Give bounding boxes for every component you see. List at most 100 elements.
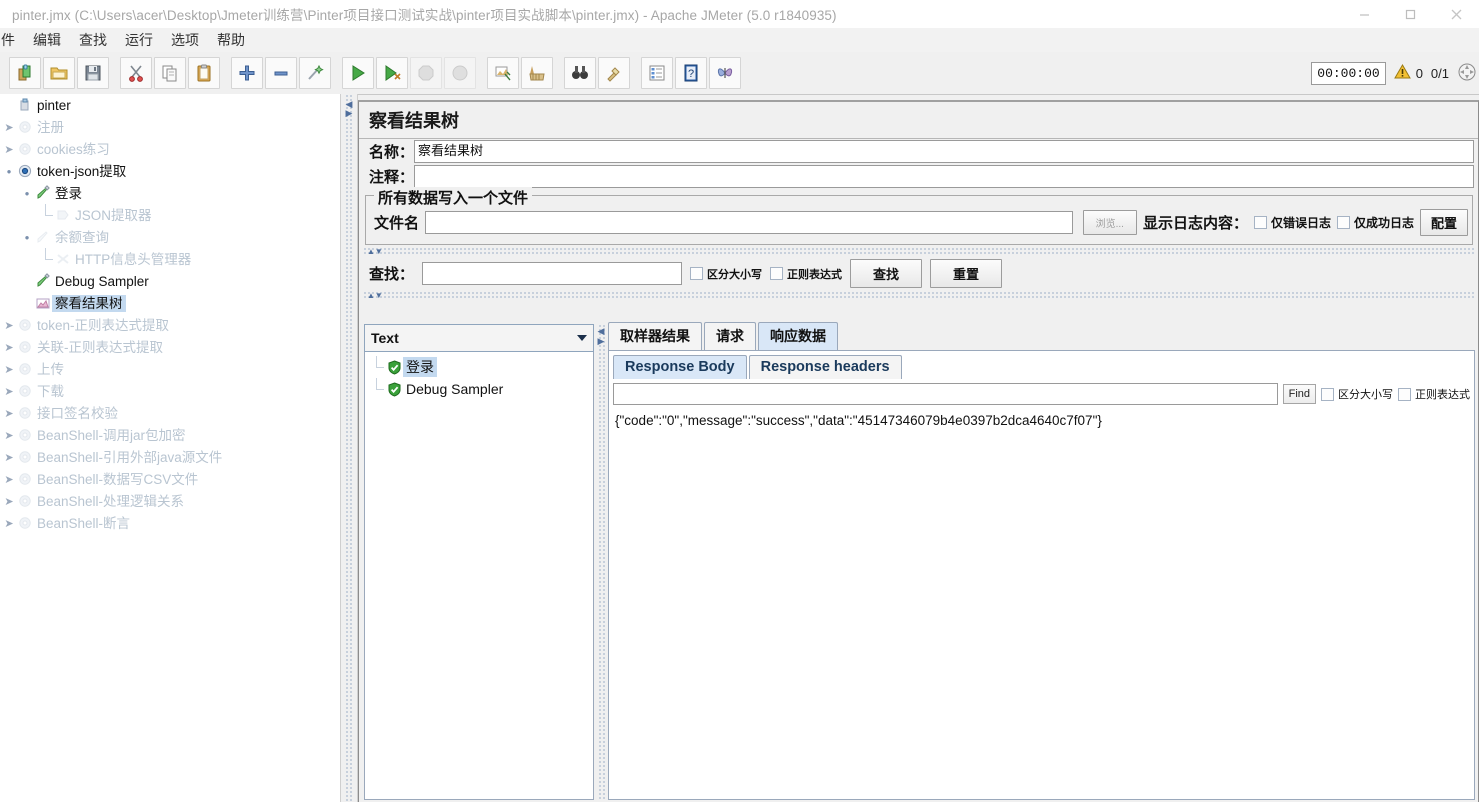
shutdown-button[interactable]: [444, 57, 476, 89]
name-input[interactable]: 察看结果树: [414, 140, 1474, 163]
subtab-response-headers[interactable]: Response headers: [748, 355, 902, 379]
collapse-all-button[interactable]: [265, 57, 297, 89]
copy-button[interactable]: [154, 57, 186, 89]
tree-expand-handle-icon[interactable]: ➤: [2, 363, 16, 376]
results-splitter-arrows-icon[interactable]: ◀ ▶: [595, 326, 607, 346]
start-no-pauses-button[interactable]: [376, 57, 408, 89]
tree-node-2[interactable]: ➤ cookies练习: [0, 138, 340, 160]
search-button[interactable]: [564, 57, 596, 89]
tree-collapse-handle-icon[interactable]: ●: [2, 167, 16, 176]
subtab-response-body[interactable]: Response Body: [613, 355, 747, 379]
filename-input[interactable]: [425, 211, 1073, 234]
response-case-checkbox[interactable]: 区分大小写: [1321, 386, 1393, 402]
search-reset-button[interactable]: [598, 57, 630, 89]
clear-button[interactable]: [487, 57, 519, 89]
tree-node-3[interactable]: ● token-json提取: [0, 160, 340, 182]
tree-node-8[interactable]: Debug Sampler: [0, 270, 340, 292]
paste-button[interactable]: [188, 57, 220, 89]
success-only-checkbox[interactable]: 仅成功日志: [1336, 214, 1414, 231]
menu-options[interactable]: 选项: [162, 28, 208, 52]
panel-inner-splitter[interactable]: ▲▼: [363, 247, 1474, 256]
search-input[interactable]: [422, 262, 683, 285]
tree-node-16[interactable]: ➤ BeanShell-引用外部java源文件: [0, 446, 340, 468]
tree-node-9[interactable]: 察看结果树: [0, 292, 340, 314]
chevron-down-icon[interactable]: [573, 327, 591, 349]
undo-button[interactable]: [709, 57, 741, 89]
menu-edit[interactable]: 编辑: [24, 28, 70, 52]
response-find-input[interactable]: [613, 383, 1278, 405]
search-find-button[interactable]: 查找: [850, 259, 923, 288]
close-button[interactable]: [1433, 0, 1479, 28]
tree-expand-handle-icon[interactable]: ➤: [2, 341, 16, 354]
tree-node-14[interactable]: ➤ 接口签名校验: [0, 402, 340, 424]
results-horizontal-splitter[interactable]: ◀ ▶: [594, 324, 608, 800]
toggle-button[interactable]: [299, 57, 331, 89]
results-splitter-arrow-icon[interactable]: ▲▼: [367, 291, 383, 300]
tree-node-5[interactable]: JSON提取器: [0, 204, 340, 226]
response-regexp-checkbox[interactable]: 正则表达式: [1398, 386, 1470, 402]
expand-all-button[interactable]: [231, 57, 263, 89]
minimize-button[interactable]: [1341, 0, 1387, 28]
tree-node-17[interactable]: ➤ BeanShell-数据写CSV文件: [0, 468, 340, 490]
tree-node-13[interactable]: ➤ 下载: [0, 380, 340, 402]
tree-node-15[interactable]: ➤ BeanShell-调用jar包加密: [0, 424, 340, 446]
main-vertical-splitter[interactable]: ◀ ▶: [340, 94, 358, 802]
new-button[interactable]: [9, 57, 41, 89]
results-splitter[interactable]: ▲▼: [363, 291, 1474, 300]
tree-expand-handle-icon[interactable]: ➤: [2, 385, 16, 398]
errors-only-checkbox[interactable]: 仅错误日志: [1253, 214, 1331, 231]
cut-button[interactable]: [120, 57, 152, 89]
tree-node-1[interactable]: ➤ 注册: [0, 116, 340, 138]
tree-node-19[interactable]: ➤ BeanShell-断言: [0, 512, 340, 534]
splitter-collapse-arrows[interactable]: ◀ ▶: [343, 100, 355, 118]
response-body-text[interactable]: {"code":"0","message":"success","data":"…: [609, 408, 1474, 799]
tree-expand-handle-icon[interactable]: ➤: [2, 517, 16, 530]
tree-collapse-handle-icon[interactable]: ●: [20, 233, 34, 242]
configure-button[interactable]: 配置: [1419, 209, 1468, 236]
tree-node-0[interactable]: pinter: [0, 94, 340, 116]
tab-sampler-result[interactable]: 取样器结果: [608, 322, 702, 350]
tab-request[interactable]: 请求: [704, 322, 756, 350]
help-button[interactable]: ?: [675, 57, 707, 89]
menu-search[interactable]: 查找: [70, 28, 116, 52]
tree-node-4[interactable]: ● 登录: [0, 182, 340, 204]
search-reset-button[interactable]: 重置: [930, 259, 1003, 288]
tree-expand-handle-icon[interactable]: ➤: [2, 121, 16, 134]
search-case-checkbox[interactable]: 区分大小写: [690, 266, 762, 282]
tree-collapse-handle-icon[interactable]: ●: [20, 189, 34, 198]
renderer-select[interactable]: Text: [364, 324, 594, 352]
tree-node-10[interactable]: ➤ token-正则表达式提取: [0, 314, 340, 336]
tab-response-data[interactable]: 响应数据: [758, 322, 838, 350]
tree-node-7[interactable]: HTTP信息头管理器: [0, 248, 340, 270]
test-plan-tree[interactable]: pinter ➤ 注册 ➤ cookies练习 ● token-json提取 ● 登录 JSON提…: [0, 94, 340, 802]
stop-button[interactable]: [410, 57, 442, 89]
menu-help[interactable]: 帮助: [208, 28, 254, 52]
tree-node-11[interactable]: ➤ 关联-正则表达式提取: [0, 336, 340, 358]
response-find-button[interactable]: Find: [1282, 384, 1316, 404]
result-item-1[interactable]: Debug Sampler: [365, 378, 593, 400]
browse-button[interactable]: 浏览...: [1082, 210, 1137, 235]
tree-node-18[interactable]: ➤ BeanShell-处理逻辑关系: [0, 490, 340, 512]
tree-expand-handle-icon[interactable]: ➤: [2, 143, 16, 156]
function-helper-button[interactable]: [641, 57, 673, 89]
panel-splitter-arrow-icon[interactable]: ▲▼: [367, 247, 383, 256]
warning-indicator[interactable]: 0: [1393, 63, 1423, 83]
start-button[interactable]: [342, 57, 374, 89]
menu-file[interactable]: 件: [0, 28, 24, 52]
templates-button[interactable]: [43, 57, 75, 89]
tree-expand-handle-icon[interactable]: ➤: [2, 407, 16, 420]
tree-expand-handle-icon[interactable]: ➤: [2, 319, 16, 332]
search-regexp-checkbox[interactable]: 正则表达式: [770, 266, 842, 282]
save-button[interactable]: [77, 57, 109, 89]
result-item-0[interactable]: 登录: [365, 356, 593, 378]
tree-expand-handle-icon[interactable]: ➤: [2, 429, 16, 442]
maximize-button[interactable]: [1387, 0, 1433, 28]
clear-all-button[interactable]: [521, 57, 553, 89]
tree-expand-handle-icon[interactable]: ➤: [2, 473, 16, 486]
comment-input[interactable]: [414, 165, 1474, 188]
splitter-arrow-right-icon[interactable]: ▶: [343, 109, 355, 118]
tree-node-12[interactable]: ➤ 上传: [0, 358, 340, 380]
results-tree[interactable]: 登录 Debug Sampler: [364, 352, 594, 800]
menu-run[interactable]: 运行: [116, 28, 162, 52]
tree-node-6[interactable]: ● 余额查询: [0, 226, 340, 248]
